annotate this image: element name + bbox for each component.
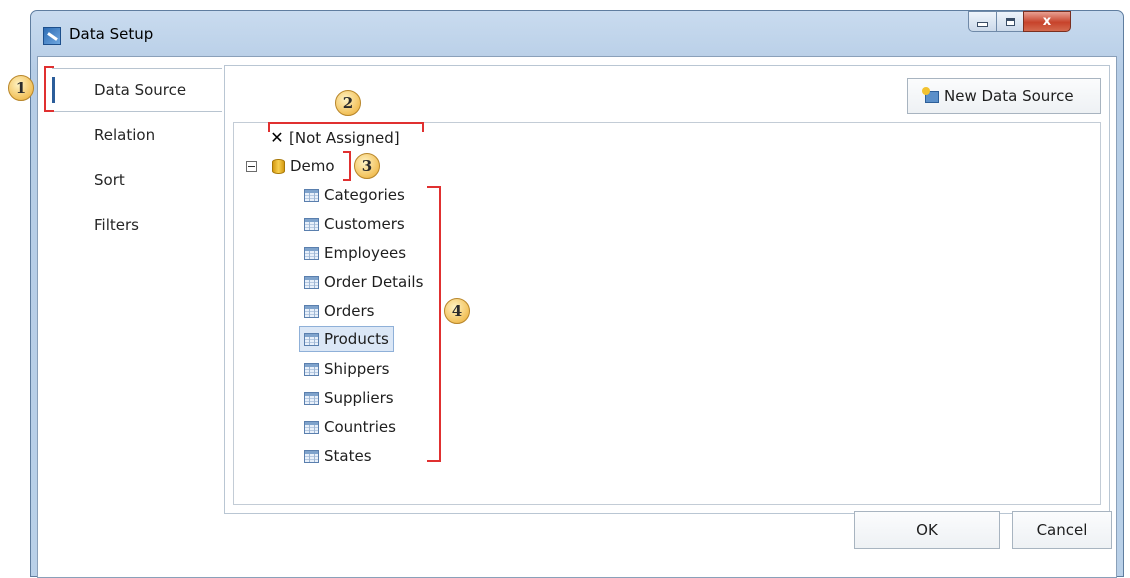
dialog-window: Data Setup x Data Source Relation Sort F… [30,10,1124,578]
table-icon [304,188,319,202]
maximize-button[interactable] [996,11,1024,32]
tree-item-table[interactable]: Orders [304,298,374,324]
tree-item-table[interactable]: Categories [304,182,405,208]
new-data-source-label: New Data Source [944,87,1074,105]
dialog-body: Data Source Relation Sort Filters New Da… [37,56,1117,578]
table-icon [304,246,319,260]
nav-item-label: Relation [94,126,156,144]
table-icon [304,449,319,463]
tree-item-label: Order Details [324,273,424,291]
tree-item-table[interactable]: Shippers [304,356,389,382]
maximize-icon [1005,17,1015,26]
annotation-bracket-1 [44,66,54,112]
database-icon [272,158,285,174]
annotation-callout-3: 3 [354,153,380,179]
nav-item-label: Sort [94,171,125,189]
annotation-bracket-3 [343,151,351,181]
nav-item-label: Filters [94,216,139,234]
nav-item-filters[interactable]: Filters [52,205,222,245]
close-button[interactable]: x [1023,11,1071,32]
tree-item-table-selected[interactable]: Products [299,326,394,352]
tree-item-label: Shippers [324,360,390,378]
annotation-callout-2: 2 [335,90,361,116]
tree-item-label: Customers [324,215,405,233]
window-title: Data Setup [69,25,154,43]
table-icon [304,332,319,346]
sidebar-nav: Data Source Relation Sort Filters [38,57,224,577]
tree-item-table[interactable]: Countries [304,414,396,440]
nav-item-sort[interactable]: Sort [52,160,222,200]
tree-item-demo[interactable]: Demo [246,153,335,179]
app-icon [43,27,61,45]
tree-item-label: Orders [324,302,375,320]
cancel-button[interactable]: Cancel [1012,511,1112,549]
tree-item-label: Demo [290,157,335,175]
nav-item-data-source[interactable]: Data Source [52,68,222,112]
annotation-bracket-2 [268,122,424,132]
new-data-source-icon [922,87,940,105]
table-icon [304,217,319,231]
close-icon: x [1042,14,1052,29]
table-icon [304,391,319,405]
minimize-icon [977,22,988,27]
tree-item-label: Categories [324,186,405,204]
table-icon [304,420,319,434]
tree-item-table[interactable]: States [304,443,372,469]
tree-item-label: Products [324,330,389,348]
nav-item-label: Data Source [94,81,187,99]
table-icon [304,304,319,318]
annotation-bracket-4 [427,186,441,462]
tree-item-table[interactable]: Employees [304,240,406,266]
tree-item-table[interactable]: Suppliers [304,385,394,411]
new-data-source-button[interactable]: New Data Source [907,78,1101,114]
tree-item-label: Employees [324,244,407,262]
data-source-panel: New Data Source ✕ [Not Assigned] Demo Ca… [224,65,1110,514]
minimize-button[interactable] [968,11,997,32]
tree-item-table[interactable]: Order Details [304,269,423,295]
data-source-tree[interactable]: ✕ [Not Assigned] Demo Categories Custome… [233,122,1101,505]
tree-item-table[interactable]: Customers [304,211,405,237]
tree-item-label: Suppliers [324,389,394,407]
tree-item-label: Countries [324,418,396,436]
table-icon [304,362,319,376]
table-icon [304,275,319,289]
annotation-callout-4: 4 [444,298,470,324]
tree-item-label: States [324,447,372,465]
nav-item-relation[interactable]: Relation [52,115,222,155]
ok-button[interactable]: OK [854,511,1000,549]
annotation-callout-1: 1 [8,75,34,101]
collapse-icon[interactable] [246,160,257,172]
